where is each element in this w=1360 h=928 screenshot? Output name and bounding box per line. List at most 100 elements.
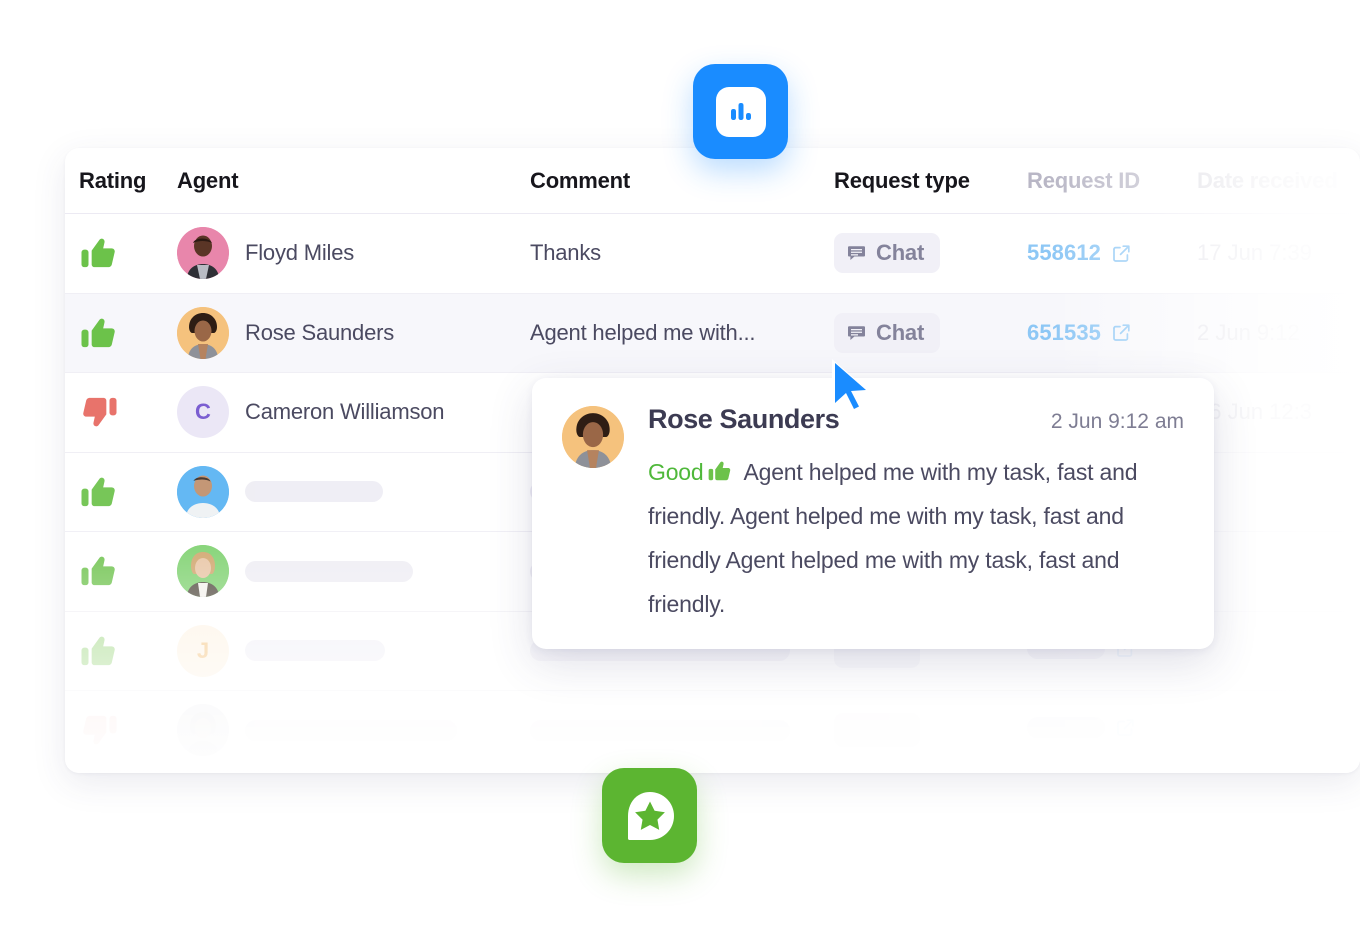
avatar-photo-icon [177, 227, 229, 280]
agent-cell [177, 465, 530, 518]
popup-timestamp: 2 Jun 9:12 am [1050, 410, 1184, 433]
request-type-placeholder [834, 713, 920, 748]
rating-cell [65, 472, 177, 512]
rating-cell [65, 631, 177, 671]
popup-header: Rose Saunders 2 Jun 9:12 am Good Agent he… [562, 404, 1184, 626]
analytics-app-icon[interactable] [693, 64, 788, 159]
chat-bubble-icon [848, 325, 865, 340]
date-text: 26 Jun 12:3 [1197, 399, 1312, 425]
external-link-icon [1113, 245, 1130, 262]
avatar [177, 465, 229, 518]
bar-chart-icon [730, 102, 751, 120]
column-header-comment[interactable]: Comment [530, 168, 834, 194]
popup-avatar [562, 406, 624, 468]
table-row[interactable]: Rose Saunders Agent helped me with... Ch… [65, 293, 1360, 373]
agent-name: Floyd Miles [245, 240, 355, 266]
agent-name-placeholder [245, 719, 457, 741]
request-id-link[interactable] [1027, 717, 1136, 739]
avatar-photo-icon [562, 406, 624, 468]
analytics-icon-plate [715, 86, 766, 137]
thumbs-up-icon [709, 461, 731, 481]
request-id-placeholder [1027, 717, 1105, 739]
date-text: 2 Jun 9:12 [1197, 319, 1300, 345]
mouse-pointer [832, 359, 871, 415]
comment-cell: Agent helped me with... [530, 320, 834, 346]
star-message-icon [627, 791, 674, 840]
avatar-initial: J [196, 637, 210, 663]
rating-cell [65, 710, 177, 750]
request-type-badge: Chat [834, 233, 941, 274]
request-id-number: 558612 [1027, 240, 1102, 266]
avatar [177, 704, 229, 757]
request-type-cell [834, 713, 1027, 748]
request-type-label: Chat [876, 319, 925, 345]
chat-bubble-icon [848, 246, 865, 261]
request-id-cell: 558612 [1027, 240, 1197, 266]
rating-cell [65, 551, 177, 591]
thumbs-down-icon [83, 398, 117, 427]
comment-placeholder [530, 719, 790, 741]
agent-name-placeholder [245, 481, 383, 503]
table-row[interactable] [65, 691, 1360, 771]
request-id-link[interactable]: 558612 [1027, 240, 1132, 266]
request-type-cell: Chat [834, 233, 1027, 274]
agent-cell: Floyd Miles [177, 227, 530, 280]
comment-cell [530, 719, 834, 741]
popup-comment-body: Good Agent helped me with my task, fast a… [648, 450, 1184, 626]
column-header-request-type[interactable]: Request type [834, 168, 1027, 194]
avatar [177, 306, 229, 359]
request-id-cell: 651535 [1027, 320, 1197, 346]
date-cell: 26 Jun 12:3 [1197, 399, 1360, 425]
popup-content: Rose Saunders 2 Jun 9:12 am Good Agent he… [624, 404, 1184, 626]
column-header-agent[interactable]: Agent [177, 168, 530, 194]
thumbs-up-icon [81, 477, 115, 506]
comment-cell: Thanks [530, 240, 834, 266]
request-type-badge: Chat [834, 312, 941, 353]
date-text: 17 Jun 7:39 [1197, 240, 1312, 266]
column-header-date-received[interactable]: Date received [1197, 168, 1360, 194]
thumbs-down-icon [83, 716, 117, 745]
agent-cell [177, 545, 530, 598]
feedback-app-icon[interactable] [602, 768, 697, 863]
thumbs-up-icon [81, 556, 115, 586]
agent-name: Cameron Williamson [245, 399, 445, 425]
agent-cell: Rose Saunders [177, 306, 530, 359]
avatar: J [177, 624, 229, 677]
agent-name: Rose Saunders [245, 319, 395, 345]
request-type-cell: Chat [834, 312, 1027, 353]
column-header-request-id[interactable]: Request ID [1027, 168, 1197, 194]
popup-agent-name: Rose Saunders [648, 404, 840, 434]
column-header-rating[interactable]: Rating [65, 168, 177, 194]
thumbs-up-icon [81, 318, 115, 347]
avatar-photo-icon [177, 465, 229, 518]
agent-cell: C Cameron Williamson [177, 386, 530, 439]
avatar-initial: C [195, 399, 211, 425]
external-link-icon [1117, 719, 1134, 737]
request-id-cell [1027, 717, 1197, 743]
screenshot-root: Rating Agent Comment Request type Reques… [0, 0, 1360, 928]
table-row[interactable]: Floyd Miles Thanks Chat 558612 17 Jun 7:… [65, 214, 1360, 294]
external-link-icon [1113, 324, 1130, 342]
popup-rating-label: Good [648, 459, 704, 485]
avatar [177, 227, 229, 280]
agent-cell: J [177, 624, 530, 677]
avatar-photo-icon [177, 704, 229, 757]
agent-name-placeholder [245, 560, 413, 582]
request-id-number: 651535 [1027, 319, 1102, 345]
date-cell: 2 Jun 9:12 [1197, 320, 1360, 346]
thumbs-up-icon [81, 636, 115, 665]
avatar-photo-icon [177, 545, 229, 598]
request-type-label: Chat [876, 240, 925, 266]
rating-cell [65, 233, 177, 273]
request-id-link[interactable]: 651535 [1027, 320, 1132, 346]
rating-cell [65, 392, 177, 432]
rating-cell [65, 313, 177, 353]
thumbs-up-icon [81, 238, 115, 268]
popup-title-row: Rose Saunders 2 Jun 9:12 am [648, 404, 1184, 435]
avatar [177, 545, 229, 598]
comment-text: Agent helped me with... [530, 319, 756, 345]
avatar: C [177, 386, 229, 439]
agent-name-placeholder [245, 640, 385, 662]
avatar-photo-icon [177, 306, 229, 359]
comment-text: Thanks [530, 240, 601, 266]
